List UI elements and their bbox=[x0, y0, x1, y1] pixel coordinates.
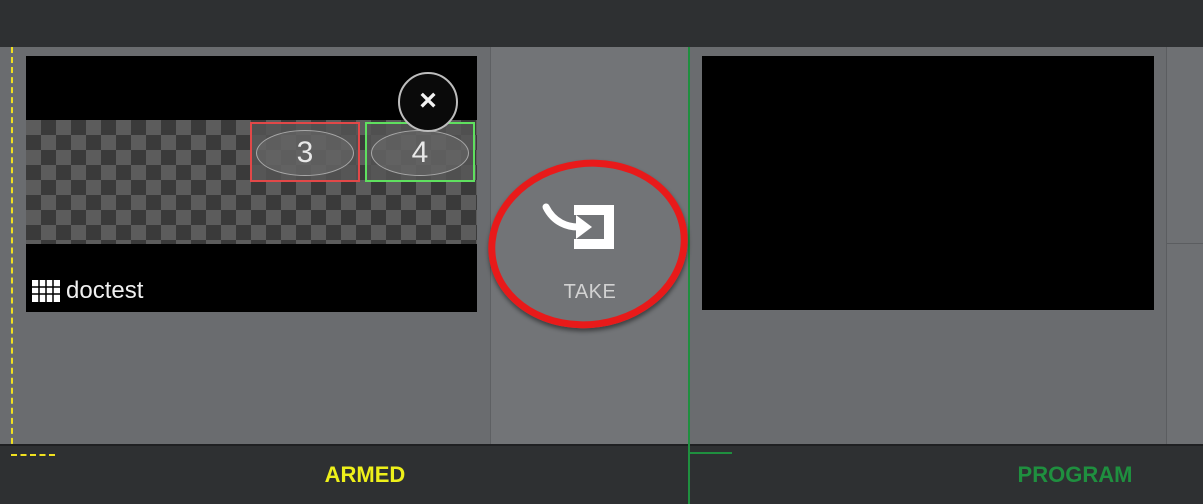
source-label: doctest bbox=[32, 277, 144, 304]
close-icon[interactable]: × bbox=[398, 72, 458, 132]
program-monitor bbox=[702, 56, 1154, 310]
program-status-bar: PROGRAM bbox=[690, 444, 1203, 504]
take-label: TAKE bbox=[563, 281, 617, 303]
slot-3-button[interactable]: 3 bbox=[250, 122, 360, 182]
side-panel bbox=[1166, 47, 1203, 444]
source-card[interactable]: 3 4 × doctest bbox=[26, 56, 477, 312]
slot-number: 3 bbox=[296, 136, 314, 169]
take-icon bbox=[542, 203, 614, 249]
source-name: doctest bbox=[66, 277, 144, 304]
armed-label: ARMED bbox=[324, 462, 406, 487]
armed-status-bar: ARMED bbox=[0, 444, 688, 504]
program-label: PROGRAM bbox=[1017, 462, 1133, 487]
take-button[interactable]: TAKE bbox=[520, 185, 660, 310]
grid-icon bbox=[32, 280, 60, 302]
side-panel-divider bbox=[1167, 243, 1203, 244]
armed-dashed-border bbox=[11, 47, 13, 504]
program-divider-line bbox=[688, 47, 690, 504]
slot-number: 4 bbox=[411, 136, 429, 169]
top-bar bbox=[0, 0, 1203, 48]
